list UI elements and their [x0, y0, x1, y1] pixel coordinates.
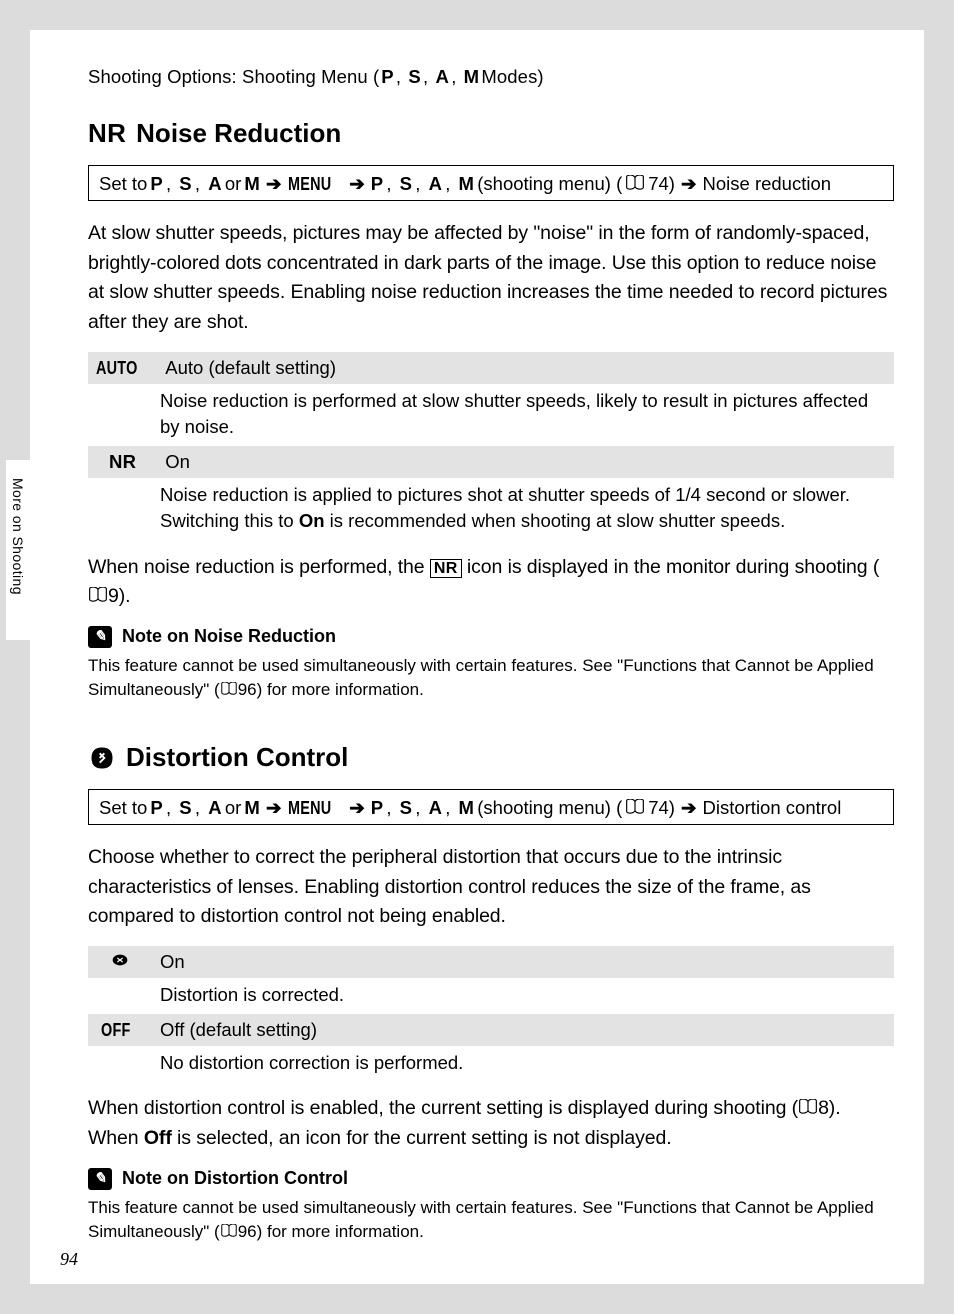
option-row-on: On	[88, 946, 894, 978]
option-description: Noise reduction is performed at slow shu…	[88, 384, 894, 447]
option-row-on: NR On	[88, 446, 894, 478]
mode-s: S	[408, 66, 421, 88]
nr-after-text: When noise reduction is performed, the N…	[88, 553, 894, 612]
page-number: 94	[60, 1249, 78, 1270]
note-body: This feature cannot be used simultaneous…	[88, 654, 894, 702]
nr-options-table: AUTO Auto (default setting) Noise reduct…	[88, 352, 894, 541]
dc-after-text: When distortion control is enabled, the …	[88, 1094, 894, 1153]
dc-options-table: On Distortion is corrected. OFF Off (def…	[88, 946, 894, 1083]
dc-title-text: Distortion Control	[126, 742, 348, 773]
option-label: Auto (default setting)	[157, 352, 894, 384]
arrow-icon: ➔	[346, 173, 368, 195]
distortion-icon	[88, 744, 116, 772]
pencil-icon: ✎	[88, 1168, 112, 1190]
nr-title-text: Noise Reduction	[136, 118, 341, 149]
nr-icon: NR	[109, 451, 136, 472]
book-icon	[220, 1224, 238, 1237]
section-title-distortion-control: Distortion Control	[88, 742, 894, 773]
nr-boxed-icon: NR	[430, 559, 462, 578]
arrow-icon: ➔	[263, 173, 285, 195]
note-title: Note on Noise Reduction	[122, 626, 336, 647]
mode-m: M	[464, 66, 480, 88]
option-label: Off (default setting)	[152, 1014, 894, 1046]
arrow-icon: ➔	[678, 797, 700, 819]
option-label: On	[157, 446, 894, 478]
book-icon	[88, 587, 108, 602]
mode-p: P	[381, 66, 394, 88]
mode-a: A	[436, 66, 450, 88]
option-description: Noise reduction is applied to pictures s…	[88, 478, 894, 541]
note-noise-reduction: ✎ Note on Noise Reduction This feature c…	[88, 626, 894, 702]
arrow-icon: ➔	[678, 173, 700, 195]
arrow-icon: ➔	[346, 797, 368, 819]
nr-icon: NR	[88, 118, 126, 149]
menu-icon: MENU	[288, 797, 331, 819]
dc-intro-text: Choose whether to correct the peripheral…	[88, 843, 894, 932]
header-text-b: Modes)	[481, 66, 543, 88]
option-row-off: OFF Off (default setting)	[88, 1014, 894, 1046]
book-icon	[625, 799, 645, 814]
note-title: Note on Distortion Control	[122, 1168, 348, 1189]
section-title-noise-reduction: NR Noise Reduction	[88, 118, 894, 149]
arrow-icon: ➔	[263, 797, 285, 819]
header-text: Shooting Options: Shooting Menu (	[88, 66, 379, 88]
section-sidebar-label: More on Shooting	[10, 478, 26, 595]
page-header-breadcrumb: Shooting Options: Shooting Menu ( P, S, …	[88, 66, 894, 88]
option-label: On	[152, 946, 894, 978]
option-description: No distortion correction is performed.	[88, 1046, 894, 1082]
book-icon	[625, 175, 645, 190]
option-description: Distortion is corrected.	[88, 978, 894, 1014]
option-row-auto: AUTO Auto (default setting)	[88, 352, 894, 384]
note-distortion-control: ✎ Note on Distortion Control This featur…	[88, 1168, 894, 1244]
navigation-path-dc: Set to P, S, A or M ➔ MENU ➔ P, S, A, M …	[88, 789, 894, 825]
book-icon	[798, 1099, 818, 1114]
off-icon: OFF	[101, 1019, 131, 1041]
pencil-icon: ✎	[88, 626, 112, 648]
manual-page: More on Shooting Shooting Options: Shoot…	[30, 30, 924, 1284]
note-body: This feature cannot be used simultaneous…	[88, 1196, 894, 1244]
book-icon	[220, 682, 238, 695]
distortion-icon	[109, 952, 131, 968]
menu-icon: MENU	[288, 173, 331, 195]
navigation-path-nr: Set to P, S, A or M ➔ MENU ➔ P, S, A, M …	[88, 165, 894, 201]
auto-icon: AUTO	[96, 357, 138, 379]
nr-intro-text: At slow shutter speeds, pictures may be …	[88, 219, 894, 338]
